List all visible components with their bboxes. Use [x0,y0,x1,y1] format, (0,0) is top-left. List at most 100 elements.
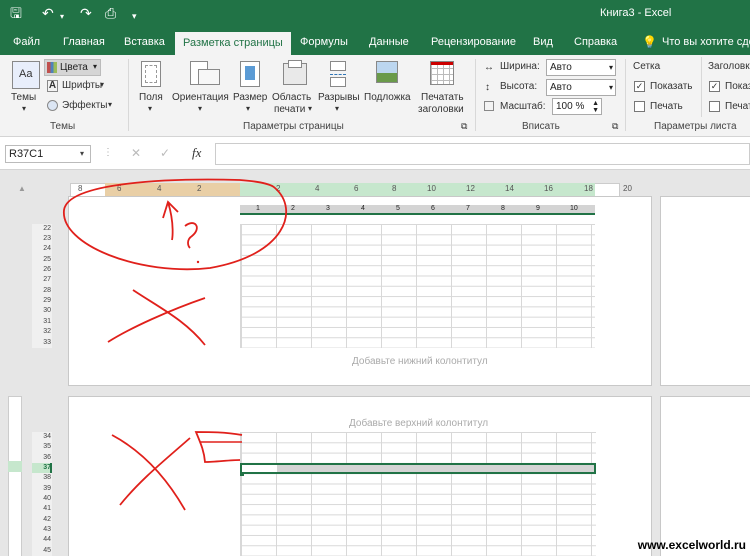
group-divider [475,59,476,131]
tab-review[interactable]: Рецензирование [431,29,516,55]
print-area-label-2: печати [274,104,306,115]
chevron-down-icon: ▾ [93,62,98,71]
tab-formulas[interactable]: Формулы [300,29,348,55]
height-icon: ↕ [485,82,490,93]
chevron-down-icon: ▾ [608,83,613,92]
orientation-button[interactable]: Ориентация [172,92,229,103]
scale-stepper[interactable]: 100 % ▲ ▼ [552,98,602,115]
cancel-icon[interactable]: ✕ [131,146,141,160]
chevron-down-icon: ▾ [148,104,153,113]
headings-print-checkbox[interactable] [709,101,720,112]
formula-bar: R37C1 ▾ ⋮ ✕ ✓ fx [0,137,750,170]
chevron-down-icon: ▾ [335,104,340,113]
colors-button[interactable]: Цвета ▾ [44,59,101,76]
gridlines-print-label: Печать [650,101,683,112]
chevron-down-icon[interactable]: ▾ [22,104,26,113]
group-divider [625,59,626,131]
width-icon: ↔ [484,62,494,73]
headings-show-checkbox[interactable]: ✓ [709,81,720,92]
fit-group-label: Вписать [522,121,560,132]
annotation-dot [196,260,200,264]
width-dropdown[interactable]: Авто ▾ [546,59,616,76]
save-icon[interactable]: 🖫 [10,5,22,21]
redo-icon[interactable]: ↷ [80,5,92,21]
ribbon-tabs: Файл Главная Вставка Разметка страницы Ф… [0,29,750,55]
width-label: Ширина: [500,61,540,72]
print-area-icon[interactable] [283,60,307,85]
scale-icon [484,101,494,111]
annotation-circle [63,178,288,271]
size-icon[interactable] [240,61,260,87]
watermark: www.excelworld.ru [637,538,746,552]
themes-group-label: Темы [50,121,76,132]
insert-function-icon[interactable]: fx [192,145,201,161]
size-button[interactable]: Размер [233,92,267,103]
print-area-button[interactable]: Область [272,92,311,103]
headings-show-label: Показать [725,81,750,92]
spin-icon[interactable]: ▲ ▼ [592,100,599,114]
chevron-down-icon[interactable]: ▾ [60,9,64,25]
name-box[interactable]: R37C1 [5,145,91,163]
document-title: Книга3 - Excel [600,7,672,19]
annotation-cross-line [132,289,206,346]
annotation-cross-line [119,437,191,506]
group-divider [701,57,702,117]
fonts-button[interactable]: Шрифты [62,80,102,91]
breaks-icon[interactable] [330,61,346,87]
tab-data[interactable]: Данные [369,29,409,55]
height-dropdown[interactable]: Авто ▾ [546,79,616,96]
gridlines-heading: Сетка [633,61,661,72]
annotation-question-mark [184,222,198,249]
chevron-down-icon[interactable]: ▾ [80,149,84,158]
themes-button[interactable]: Темы [11,92,36,103]
chevron-down-icon: ▾ [246,104,251,113]
margins-button[interactable]: Поля [139,92,163,103]
print-titles-button[interactable]: Печатать [421,92,464,103]
margins-icon[interactable] [141,61,161,87]
effects-button[interactable]: Эффекты [62,100,107,111]
tab-view[interactable]: Вид [533,29,553,55]
gridlines-print-checkbox[interactable] [634,101,645,112]
height-label: Высота: [500,81,538,92]
dialog-launcher-icon[interactable]: ⧉ [461,121,467,132]
print-preview-icon[interactable]: ⎙ [105,5,116,21]
tab-page-layout[interactable]: Разметка страницы [175,32,291,55]
colors-icon [47,62,57,73]
print-titles-label-2: заголовки [418,104,464,115]
tab-help[interactable]: Справка [574,29,617,55]
tab-insert[interactable]: Вставка [124,29,165,55]
annotation-cross-line [111,434,186,511]
print-titles-icon[interactable] [430,61,454,85]
fonts-icon: A [47,80,58,92]
effects-icon [47,100,58,111]
headings-heading: Заголовк [708,61,750,72]
annotation-bracket [194,431,243,463]
themes-icon[interactable]: Aa [12,61,40,89]
tab-file[interactable]: Файл [13,29,40,55]
headings-print-label: Печать [725,101,750,112]
chevron-down-icon: ▾ [100,80,105,89]
formula-input[interactable] [215,143,750,165]
chevron-down-icon: ▾ [198,104,203,113]
undo-icon[interactable]: ↶ [42,5,54,21]
orientation-landscape-icon [198,69,220,85]
more-icon: ⋮ [103,147,113,158]
lightbulb-icon[interactable]: 💡 [642,29,657,55]
background-image-icon[interactable] [376,61,398,83]
chevron-down-icon: ▾ [608,63,613,72]
gridlines-show-label: Показать [650,81,693,92]
tell-me-search[interactable]: Что вы хотите сдел [662,29,750,55]
page-layout-view: ▲ 8 6 4 2 2 4 6 8 10 12 14 16 18 20 1 2 … [0,170,750,556]
breaks-button[interactable]: Разрывы [318,92,360,103]
annotations [63,178,288,511]
enter-icon[interactable]: ✓ [160,146,170,160]
tab-home[interactable]: Главная [63,29,105,55]
group-divider [128,59,129,131]
sheet-options-group-label: Параметры листа [654,121,737,132]
gridlines-show-checkbox[interactable]: ✓ [634,81,645,92]
customize-qat-icon[interactable]: ▾ [132,8,137,24]
dialog-launcher-icon[interactable]: ⧉ [612,121,618,132]
annotation-arrow [162,200,179,241]
background-button[interactable]: Подложка [364,92,411,103]
chevron-down-icon: ▾ [108,100,113,109]
